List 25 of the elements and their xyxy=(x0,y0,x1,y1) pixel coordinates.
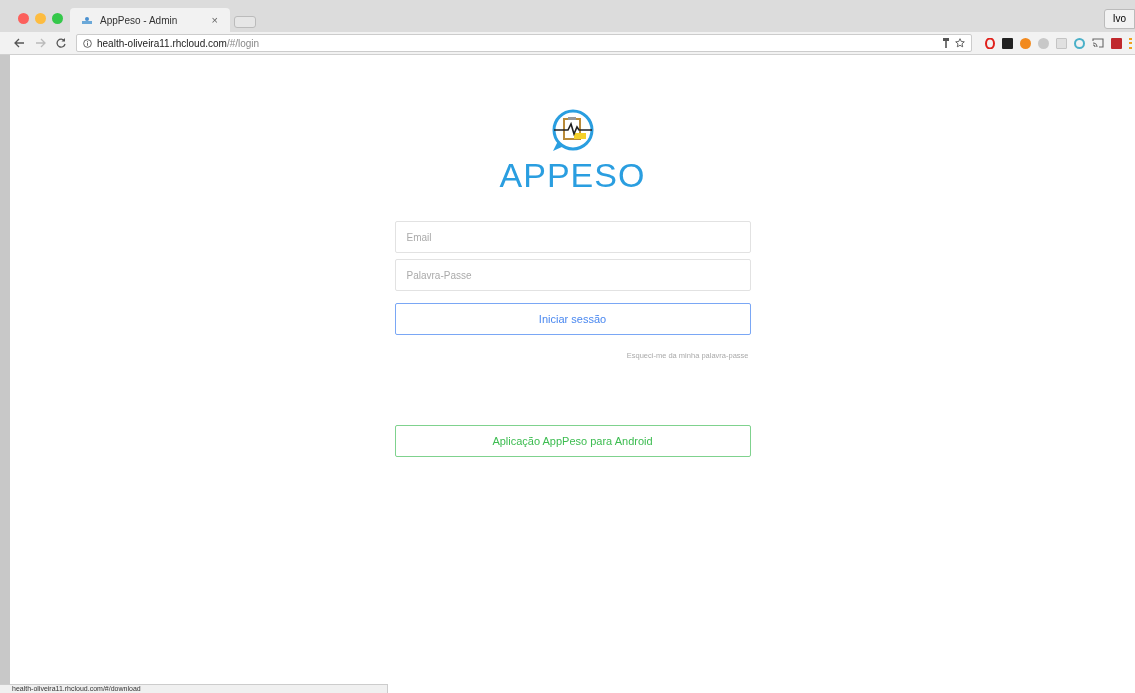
star-icon[interactable] xyxy=(955,38,965,48)
input-field[interactable]: Palavra-Passe xyxy=(394,259,751,291)
address-bar[interactable]: health-oliveira11.rhcloud.com/#/login xyxy=(76,34,972,52)
forward-icon[interactable] xyxy=(35,38,46,48)
menu-icon[interactable] xyxy=(1129,37,1132,49)
minimize-window-icon[interactable] xyxy=(35,13,46,24)
zoom-window-icon[interactable] xyxy=(52,13,63,24)
profile-button[interactable]: Ivo xyxy=(1103,9,1135,29)
favicon-icon xyxy=(82,16,92,24)
cast-icon[interactable] xyxy=(1092,38,1104,48)
key-icon[interactable] xyxy=(942,38,950,48)
reload-icon[interactable] xyxy=(56,38,66,48)
close-window-icon[interactable] xyxy=(18,13,29,24)
url-host: health-oliveira11.rhcloud.com xyxy=(97,37,227,49)
new-tab-button[interactable] xyxy=(234,16,256,28)
info-icon[interactable] xyxy=(83,38,92,48)
back-icon[interactable] xyxy=(14,38,25,48)
tab-title: AppPeso - Admin xyxy=(100,13,179,28)
login-button[interactable]: Iniciar sessão xyxy=(394,303,751,335)
input-field[interactable]: Email xyxy=(394,221,751,253)
extension-icon[interactable] xyxy=(1002,37,1013,49)
browser-tab[interactable]: AppPeso - Admin × xyxy=(70,8,230,32)
tab-close-button[interactable]: × xyxy=(211,11,218,29)
url-path: /#/login xyxy=(226,37,260,49)
app-logo-text: APPESO xyxy=(499,157,646,193)
